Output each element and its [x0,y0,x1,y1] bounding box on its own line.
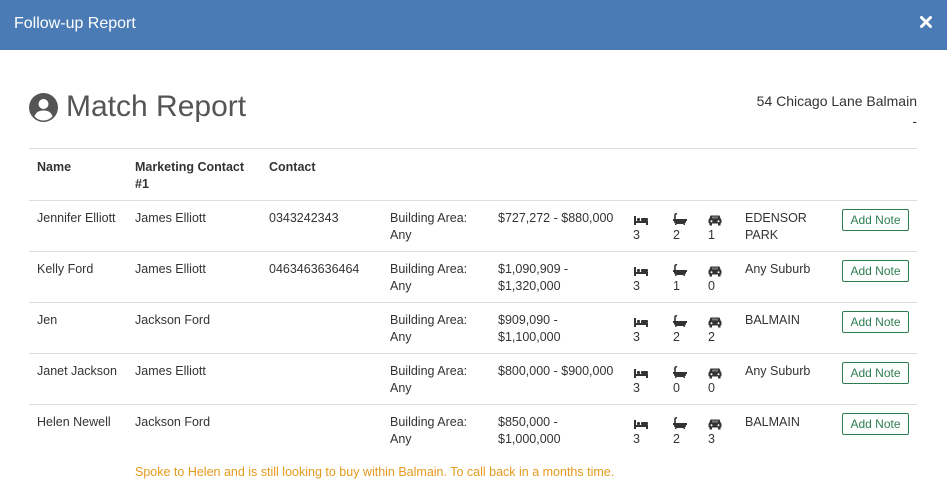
add-note-button[interactable]: Add Note [842,260,909,282]
row-price: $850,000 - [498,415,558,429]
row-price: $1,090,909 - [498,262,569,276]
row-name: Jen [37,313,58,327]
add-note-button[interactable]: Add Note [842,311,909,333]
column-header-name: Name [37,160,72,174]
row-name: Janet Jackson [37,364,117,378]
row-area-value: Any [390,228,412,242]
add-note-button[interactable]: Add Note [842,209,909,231]
bed-icon [633,264,649,276]
row-beds: 3 [633,279,640,293]
bath-icon [672,416,688,429]
table-top-divider [29,148,917,149]
row-cars: 0 [708,381,715,395]
row-marketing-contact: Jackson Ford [135,313,211,327]
row-cars: 1 [708,228,715,242]
row-cars: 3 [708,432,715,446]
bath-icon [672,365,688,378]
row-suburb-line2: PARK [745,228,779,242]
row-suburb: BALMAIN [745,313,800,327]
row-divider [29,200,917,201]
row-area-value: Any [390,279,412,293]
bed-icon [633,213,649,225]
row-divider [29,404,917,405]
row-price-line2: $1,320,000 [498,279,561,293]
add-note-button[interactable]: Add Note [842,413,909,435]
car-icon [707,366,723,379]
user-circle-icon [29,92,58,122]
car-icon [707,264,723,277]
row-area-value: Any [390,330,412,344]
address-line-secondary: - [912,113,917,129]
row-baths: 1 [673,279,680,293]
row-beds: 3 [633,432,640,446]
property-address: 54 Chicago Lane Balmain - [757,91,917,131]
modal-title: Follow-up Report [14,15,136,32]
row-suburb: BALMAIN [745,415,800,429]
car-icon [707,315,723,328]
row-baths: 2 [673,330,680,344]
row-divider [29,353,917,354]
car-icon [707,417,723,430]
row-price-line2: $1,100,000 [498,330,561,344]
bed-icon [633,315,649,327]
row-marketing-contact: James Elliott [135,211,206,225]
bed-icon [633,366,649,378]
row-cars: 2 [708,330,715,344]
row-area-label: Building Area: [390,415,468,429]
row-price: $727,272 - $880,000 [498,211,614,225]
row-area-label: Building Area: [390,313,468,327]
row-marketing-contact: James Elliott [135,262,206,276]
row-suburb: Any Suburb [745,262,811,276]
bath-icon [672,263,688,276]
row-divider [29,251,917,252]
row-divider [29,302,917,303]
follow-up-note: Spoke to Helen and is still looking to b… [135,465,615,479]
row-price: $800,000 - $900,000 [498,364,614,378]
row-beds: 3 [633,381,640,395]
row-contact: 0343242343 [269,211,339,225]
page-title: Match Report [66,90,247,123]
column-header-contact: Contact [269,160,316,174]
row-name: Jennifer Elliott [37,211,116,225]
bath-icon [672,212,688,225]
row-area-label: Building Area: [390,364,468,378]
bath-icon [672,314,688,327]
row-name: Helen Newell [37,415,111,429]
row-baths: 2 [673,228,680,242]
row-contact: 0463463636464 [269,262,360,276]
row-area-label: Building Area: [390,262,468,276]
close-icon[interactable] [919,13,933,31]
bed-icon [633,417,649,429]
row-baths: 0 [673,381,680,395]
row-suburb: Any Suburb [745,364,811,378]
page-heading: Match Report [29,90,246,124]
row-marketing-contact: Jackson Ford [135,415,211,429]
row-area-value: Any [390,381,412,395]
row-suburb: EDENSOR [745,211,807,225]
row-cars: 0 [708,279,715,293]
address-line: 54 Chicago Lane Balmain [756,93,917,109]
row-beds: 3 [633,330,640,344]
row-marketing-contact: James Elliott [135,364,206,378]
row-beds: 3 [633,228,640,242]
row-name: Kelly Ford [37,262,94,276]
row-area-value: Any [390,432,412,446]
row-area-label: Building Area: [390,211,468,225]
car-icon [707,213,723,226]
row-baths: 2 [673,432,680,446]
row-price: $909,090 - [498,313,558,327]
add-note-button[interactable]: Add Note [842,362,909,384]
modal-header: Follow-up Report [0,0,947,50]
row-price-line2: $1,000,000 [498,432,561,446]
column-header-marketing-contact: Marketing Contact #1 [135,160,245,191]
